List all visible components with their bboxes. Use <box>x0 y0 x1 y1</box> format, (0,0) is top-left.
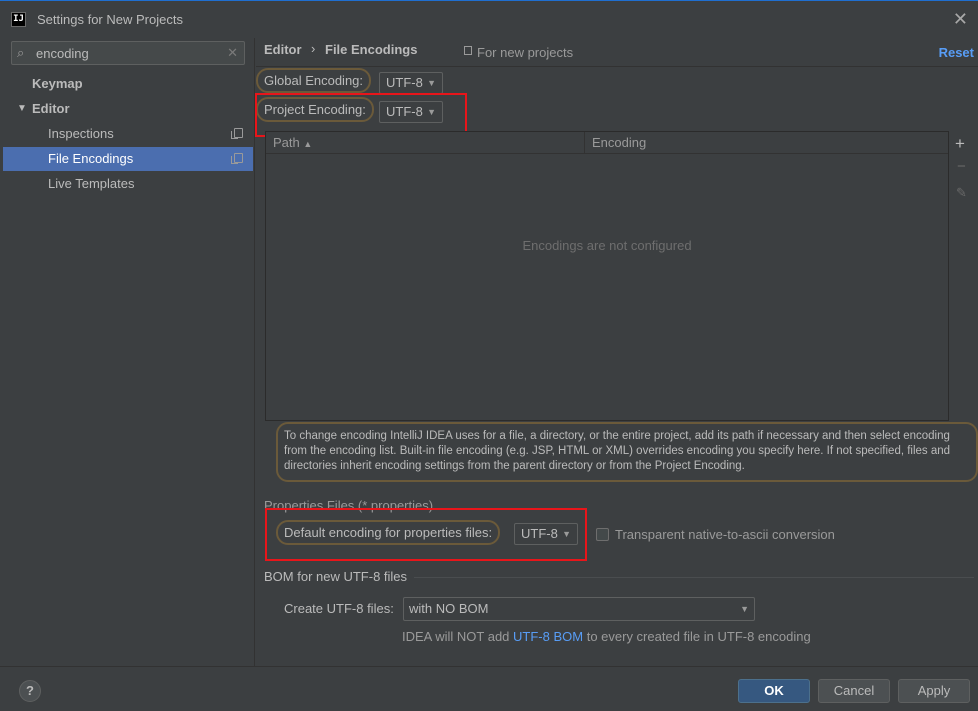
column-divider <box>584 132 585 154</box>
breadcrumb: Editor › File Encodings For new projects… <box>256 38 978 67</box>
scope-icon <box>464 46 472 55</box>
breadcrumb-file-encodings: File Encodings <box>325 42 418 57</box>
global-encoding-value: UTF-8 <box>386 75 423 90</box>
global-encoding-combo[interactable]: UTF-8 ▼ <box>379 72 443 94</box>
settings-sidebar: ⌕ ✕ Keymap ▼ Editor Inspections File Enc… <box>0 38 255 666</box>
project-copy-icon <box>231 153 243 164</box>
bom-section-title: BOM for new UTF-8 files <box>264 569 408 584</box>
breadcrumb-separator: › <box>311 41 316 56</box>
sidebar-item-live-templates[interactable]: Live Templates <box>3 172 253 196</box>
close-icon[interactable]: ✕ <box>953 9 968 29</box>
dialog-footer: ? OK Cancel Apply <box>0 666 978 711</box>
add-icon[interactable]: + <box>955 134 965 154</box>
title-bar: IJ Settings for New Projects ✕ <box>0 0 978 38</box>
settings-search-box[interactable]: ⌕ ✕ <box>11 41 245 65</box>
transparent-conversion-checkbox[interactable] <box>596 528 609 541</box>
window-title: Settings for New Projects <box>37 12 183 27</box>
empty-table-message: Encodings are not configured <box>522 238 692 253</box>
sidebar-item-label: Inspections <box>48 126 114 141</box>
intellij-app-icon: IJ <box>11 12 26 27</box>
bom-combo[interactable]: with NO BOM ▼ <box>403 597 755 621</box>
edit-icon[interactable]: ✎ <box>956 185 967 201</box>
remove-icon[interactable]: − <box>957 158 966 175</box>
properties-encoding-highlight <box>265 508 587 561</box>
global-encoding-label: Global Encoding: <box>256 68 372 93</box>
chevron-down-icon: ▼ <box>740 604 749 614</box>
expand-arrow-icon[interactable]: ▼ <box>17 97 27 121</box>
scope-label: For new projects <box>477 45 574 60</box>
sidebar-item-label: Keymap <box>32 76 83 91</box>
apply-button[interactable]: Apply <box>898 679 970 703</box>
bom-note: IDEA will NOT add UTF-8 BOM to every cre… <box>402 629 811 644</box>
chevron-down-icon: ▼ <box>427 78 436 88</box>
sidebar-item-label: Live Templates <box>48 176 135 191</box>
ok-button[interactable]: OK <box>738 679 810 703</box>
bom-section-divider <box>414 577 974 578</box>
sidebar-item-file-encodings[interactable]: File Encodings <box>3 147 253 171</box>
search-icon: ⌕ <box>17 45 25 60</box>
transparent-conversion-label: Transparent native-to-ascii conversion <box>615 527 835 542</box>
encodings-table: Path ▲ Encoding Encodings are not config… <box>265 131 949 421</box>
help-button[interactable]: ? <box>19 680 41 702</box>
sidebar-item-editor[interactable]: ▼ Editor <box>3 97 253 121</box>
table-header: Path ▲ Encoding <box>266 132 948 154</box>
search-input[interactable] <box>36 44 226 62</box>
encoding-help-text: To change encoding IntelliJ IDEA uses fo… <box>276 422 978 482</box>
cancel-button[interactable]: Cancel <box>818 679 890 703</box>
create-utf8-label: Create UTF-8 files: <box>284 601 394 616</box>
sidebar-item-label: Editor <box>32 101 70 116</box>
breadcrumb-editor: Editor <box>264 42 302 57</box>
reset-link[interactable]: Reset <box>939 45 974 60</box>
column-encoding[interactable]: Encoding <box>592 135 646 150</box>
sort-ascending-icon: ▲ <box>303 139 313 149</box>
column-path[interactable]: Path ▲ <box>273 135 312 150</box>
clear-search-icon[interactable]: ✕ <box>227 45 238 61</box>
settings-content: Editor › File Encodings For new projects… <box>255 38 978 666</box>
bom-combo-value: with NO BOM <box>409 601 489 616</box>
utf8-bom-link[interactable]: UTF-8 BOM <box>513 629 583 644</box>
sidebar-item-keymap[interactable]: Keymap <box>3 72 253 96</box>
sidebar-item-inspections[interactable]: Inspections <box>3 122 253 146</box>
sidebar-item-label: File Encodings <box>48 151 134 166</box>
project-copy-icon <box>231 128 243 139</box>
